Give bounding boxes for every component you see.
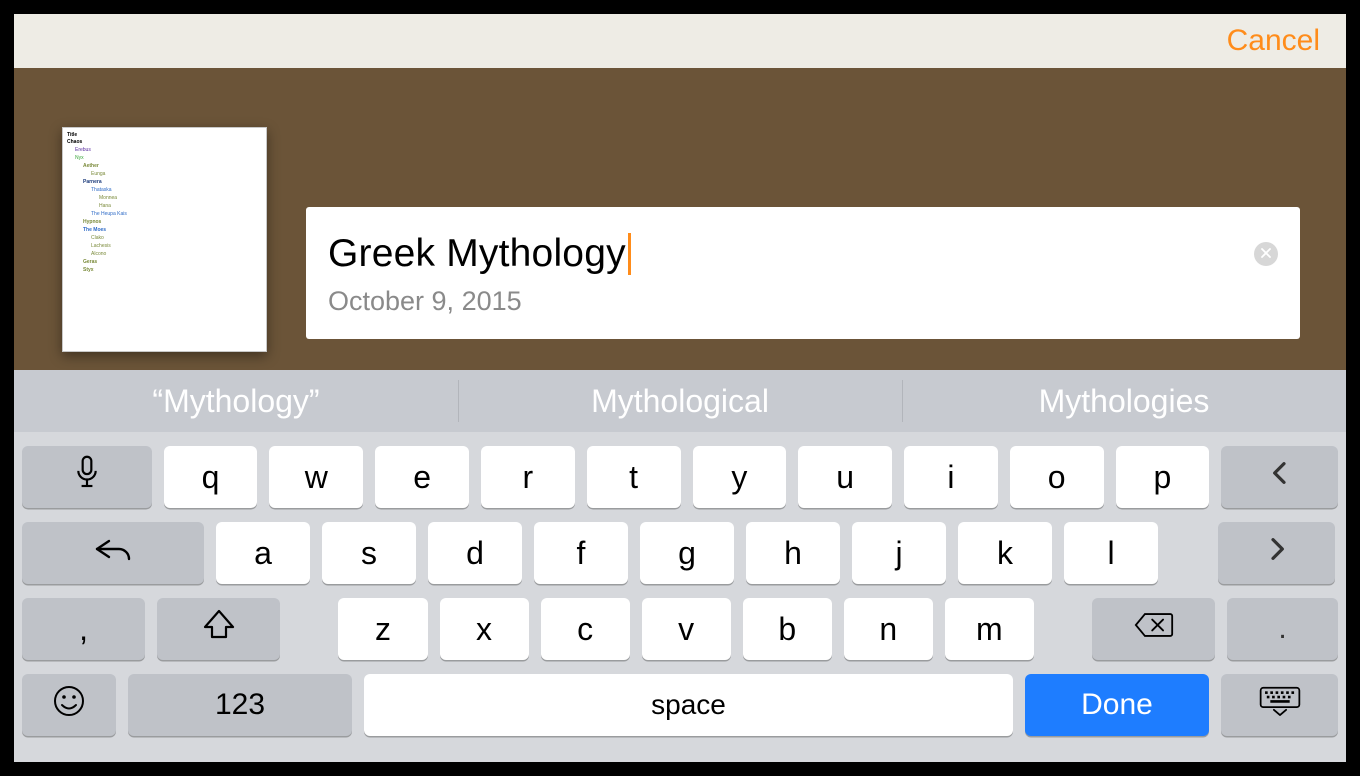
suggestion-1[interactable]: “Mythology”	[14, 370, 458, 432]
thumbnail-line: The Heupa Kais	[67, 210, 262, 218]
keyboard-row-1: q w e r t y u i o p	[22, 446, 1338, 508]
key-e[interactable]: e	[375, 446, 469, 508]
key-r[interactable]: r	[481, 446, 575, 508]
quicktype-bar: “Mythology” Mythological Mythologies	[14, 370, 1346, 432]
keyboard-row-3: , z x c v b n m	[22, 598, 1338, 660]
undo-key[interactable]	[22, 522, 204, 584]
chevron-right-icon	[1261, 533, 1293, 573]
thumbnail-line: Alcono	[67, 250, 262, 258]
thumbnail-line: Styx	[67, 266, 262, 274]
thumbnail-line: Hypnos	[67, 218, 262, 226]
thumbnail-line: Chaos	[67, 138, 262, 146]
microphone-icon	[74, 455, 100, 499]
key-i[interactable]: i	[904, 446, 998, 508]
key-f[interactable]: f	[534, 522, 628, 584]
document-thumbnail[interactable]: Title ChaosErebusNyxAetherEungaParneraTh…	[62, 127, 267, 352]
keyboard-row-4: 123 space Done	[22, 674, 1338, 736]
key-h[interactable]: h	[746, 522, 840, 584]
keyboard: q w e r t y u i o p	[14, 432, 1346, 762]
clear-text-button[interactable]	[1254, 242, 1278, 266]
title-input-row[interactable]: Greek Mythology	[328, 232, 1278, 276]
thumbnail-line: Aether	[67, 162, 262, 170]
close-icon	[1261, 245, 1271, 263]
key-o[interactable]: o	[1010, 446, 1104, 508]
key-c[interactable]: c	[541, 598, 630, 660]
key-g[interactable]: g	[640, 522, 734, 584]
key-p[interactable]: p	[1116, 446, 1210, 508]
dictation-key[interactable]	[22, 446, 152, 508]
thumbnail-line: Geras	[67, 258, 262, 266]
document-date: October 9, 2015	[328, 286, 1278, 317]
key-b[interactable]: b	[743, 598, 832, 660]
title-input[interactable]: Greek Mythology	[328, 232, 626, 276]
emoji-key[interactable]	[22, 674, 116, 736]
numbers-key[interactable]: 123	[128, 674, 352, 736]
thumbnail-outline: ChaosErebusNyxAetherEungaParneraThataska…	[67, 138, 262, 274]
key-u[interactable]: u	[798, 446, 892, 508]
key-l[interactable]: l	[1064, 522, 1158, 584]
key-q[interactable]: q	[164, 446, 258, 508]
chevron-left-icon	[1264, 457, 1296, 497]
shift-icon	[201, 607, 237, 651]
thumbnail-line: Lachesis	[67, 242, 262, 250]
key-d[interactable]: d	[428, 522, 522, 584]
thumbnail-line: Thataska	[67, 186, 262, 194]
cursor-right-key[interactable]	[1218, 522, 1335, 584]
key-j[interactable]: j	[852, 522, 946, 584]
key-a[interactable]: a	[216, 522, 310, 584]
thumbnail-line: Hana	[67, 202, 262, 210]
suggestion-2[interactable]: Mythological	[458, 370, 902, 432]
rename-card: Greek Mythology October 9, 2015	[306, 207, 1300, 339]
hide-keyboard-key[interactable]	[1221, 674, 1338, 736]
space-key[interactable]: space	[364, 674, 1013, 736]
thumbnail-line: Erebus	[67, 146, 262, 154]
thumbnail-line: Clako	[67, 234, 262, 242]
undo-icon	[93, 534, 133, 572]
cursor-left-key[interactable]	[1221, 446, 1338, 508]
done-key[interactable]: Done	[1025, 674, 1209, 736]
key-k[interactable]: k	[958, 522, 1052, 584]
backspace-key[interactable]	[1092, 598, 1215, 660]
backspace-icon	[1134, 609, 1174, 649]
key-v[interactable]: v	[642, 598, 731, 660]
text-caret	[628, 233, 631, 275]
thumbnail-line: The Moes	[67, 226, 262, 234]
key-t[interactable]: t	[587, 446, 681, 508]
key-y[interactable]: y	[693, 446, 787, 508]
key-comma[interactable]: ,	[22, 598, 145, 660]
thumbnail-line: Nyx	[67, 154, 262, 162]
key-s[interactable]: s	[322, 522, 416, 584]
key-m[interactable]: m	[945, 598, 1034, 660]
smile-icon	[52, 684, 86, 726]
key-z[interactable]: z	[338, 598, 427, 660]
suggestion-3[interactable]: Mythologies	[902, 370, 1346, 432]
key-x[interactable]: x	[440, 598, 529, 660]
cancel-button[interactable]: Cancel	[1227, 24, 1320, 58]
keyboard-row-2: a s d f g h j k l	[22, 522, 1338, 584]
key-n[interactable]: n	[844, 598, 933, 660]
navbar: Cancel	[14, 14, 1346, 68]
thumbnail-line: Parnera	[67, 178, 262, 186]
thumbnail-line: Monnea	[67, 194, 262, 202]
key-w[interactable]: w	[269, 446, 363, 508]
screen: Cancel Title ChaosErebusNyxAetherEungaPa…	[14, 14, 1346, 762]
key-period[interactable]: .	[1227, 598, 1338, 660]
thumbnail-line: Eunga	[67, 170, 262, 178]
shift-key[interactable]	[157, 598, 280, 660]
keyboard-hide-icon	[1258, 685, 1302, 725]
